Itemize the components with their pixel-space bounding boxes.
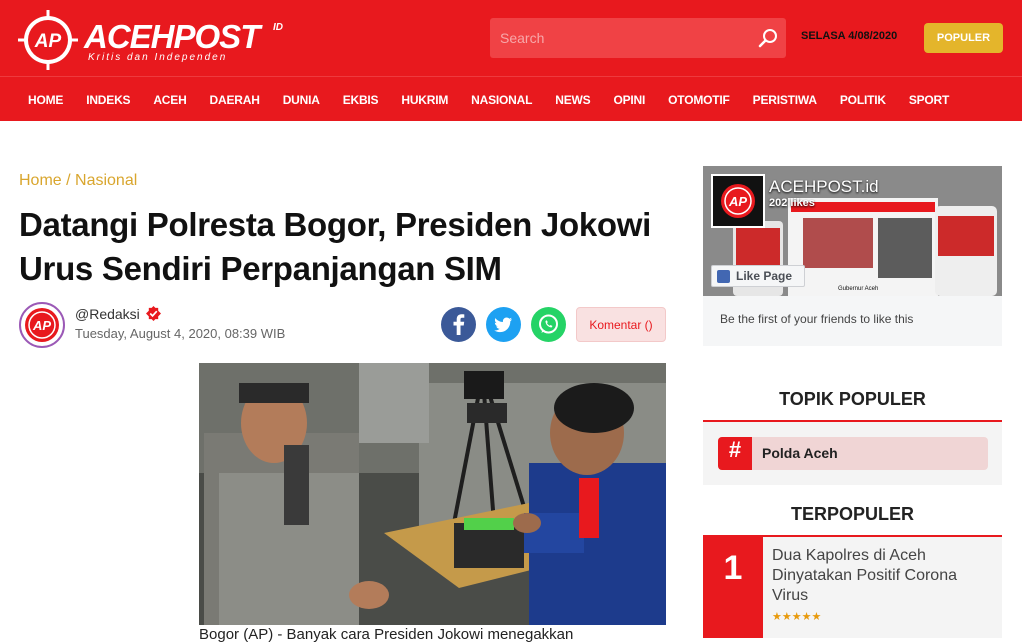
search-input[interactable] [490,18,750,58]
nav-item-peristiwa[interactable]: PERISTIWA [753,93,817,107]
nav-item-nasional[interactable]: NASIONAL [471,93,532,107]
facebook-page-widget: Gubernur Aceh AP ACEHPOST.id 202 likes L… [703,166,1002,346]
nav-item-hukrim[interactable]: HUKRIM [401,93,448,107]
facebook-like-icon [717,270,730,283]
nav-item-otomotif[interactable]: OTOMOTIF [668,93,730,107]
facebook-likes-count: 202 likes [769,197,815,209]
logo-suffix: ID [273,22,283,33]
nav-item-aceh[interactable]: ACEH [153,93,186,107]
article-photo-illustration [199,363,666,625]
nav-item-opini[interactable]: OPINI [613,93,645,107]
nav-item-daerah[interactable]: DAERAH [210,93,260,107]
rating-stars: ★★★★★ [772,611,822,623]
topik-populer-heading: TOPIK POPULER [779,389,926,409]
facebook-page-logo[interactable]: AP [711,174,765,228]
author-name[interactable]: @Redaksi [75,306,140,322]
hashtag-icon: # [718,437,752,470]
nav-item-news[interactable]: NEWS [555,93,590,107]
author-avatar-icon: AP [25,308,59,342]
facebook-logo-mark-icon: AP [721,184,755,218]
facebook-icon [453,314,465,335]
article-title: Datangi Polresta Bogor, Presiden Jokowi … [19,206,651,287]
nav-item-politik[interactable]: POLITIK [840,93,886,107]
logo-mark-text: AP [34,31,62,52]
logo-text: ACEHPOST [84,18,260,55]
share-whatsapp-button[interactable] [531,307,566,342]
populer-button[interactable]: POPULER [924,23,1003,53]
facebook-cover-image[interactable]: Gubernur Aceh AP ACEHPOST.id 202 likes L… [703,166,1002,296]
publish-date: Tuesday, August 4, 2020, 08:39 WIB [75,326,286,341]
comment-button[interactable]: Komentar () [576,307,666,342]
terpopuler-heading: TERPOPULER [790,504,914,524]
main-nav: HOME INDEKS ACEH DAERAH DUNIA EKBIS HUKR… [0,76,1022,121]
verified-badge-icon [145,306,161,321]
facebook-logo-mark: AP [728,194,747,209]
facebook-like-button[interactable]: Like Page [711,265,805,287]
facebook-like-label: Like Page [736,269,793,283]
current-date: SELASA 4/08/2020 [801,30,898,42]
top-header: AP ACEHPOST ID Kritis dan Independen SEL… [0,0,1022,76]
logo-mark-icon: AP [18,10,78,70]
popular-article-link[interactable]: Dua Kapolres di Aceh Dinyatakan Positif … [772,546,972,606]
whatsapp-icon [539,314,558,334]
nav-item-sport[interactable]: SPORT [909,93,950,107]
topic-tag[interactable]: # Polda Aceh [718,437,988,470]
nav-item-indeks[interactable]: INDEKS [86,93,130,107]
nav-item-dunia[interactable]: DUNIA [283,93,320,107]
site-logo[interactable]: AP ACEHPOST ID Kritis dan Independen [18,8,288,70]
facebook-friends-text: Be the first of your friends to like thi… [720,312,914,326]
search-icon[interactable] [758,28,778,48]
breadcrumb[interactable]: Home / Nasional [19,172,137,190]
avatar-mark: AP [32,318,51,333]
facebook-page-name[interactable]: ACEHPOST.id [769,177,879,197]
logo-tagline: Kritis dan Independen [88,52,228,63]
topic-tag-label: Polda Aceh [762,445,838,461]
search-box [490,18,786,58]
popular-rank: 1 [703,537,763,638]
photo-caption: Bogor (AP) - Banyak cara Presiden Jokowi… [199,626,574,643]
nav-item-home[interactable]: HOME [28,93,63,107]
nav-item-ekbis[interactable]: EKBIS [343,93,379,107]
article-photo [199,363,666,625]
share-facebook-button[interactable] [441,307,476,342]
twitter-icon [494,317,512,333]
svg-text:Gubernur Aceh: Gubernur Aceh [838,286,878,292]
share-twitter-button[interactable] [486,307,521,342]
avatar[interactable]: AP [19,302,65,348]
author-line: @Redaksi [75,306,161,322]
